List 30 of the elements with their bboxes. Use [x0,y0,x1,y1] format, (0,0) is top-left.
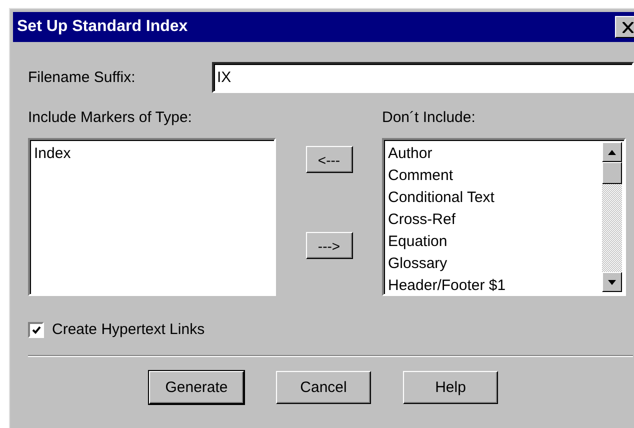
dialog-button[interactable]: Cancel [276,371,371,404]
dialog-button[interactable]: Help [403,371,498,404]
list-item[interactable]: Comment [387,165,599,187]
dialog-button[interactable]: Generate [149,371,244,404]
window-title: Set Up Standard Index [17,18,188,36]
up-arrow-icon [608,150,616,154]
list-item[interactable]: Conditional Text [387,187,599,209]
exclude-list-box[interactable]: Author Comment Conditional Text Cross-Ref Equation Glossary Header/Footer $1 [382,138,626,296]
close-icon [622,22,634,32]
list-item[interactable]: Header/Footer $1 [387,275,599,297]
list-item[interactable]: Cross-Ref [387,209,599,231]
list-item[interactable]: Glossary [387,253,599,275]
list-item[interactable]: Author [387,143,599,165]
include-list-box[interactable]: Index [28,138,276,296]
checkbox-label[interactable]: Create Hypertext Links [52,321,205,338]
scroll-down-button[interactable] [602,272,622,292]
down-arrow-icon [608,280,616,284]
scrollbar-thumb[interactable] [602,162,622,184]
list-item[interactable]: Index [33,143,271,165]
close-button[interactable] [615,16,634,38]
move-button[interactable]: <--- [306,146,352,173]
list-item[interactable]: Equation [387,231,599,253]
suffix-input-field[interactable]: IX [212,62,634,93]
list-label: Don´t Include: [382,109,476,126]
list-label: Include Markers of Type: [28,109,193,126]
scroll-up-button[interactable] [602,142,622,162]
field-label: Filename Suffix: [28,69,136,86]
check-icon [32,326,40,334]
move-button[interactable]: ---> [306,232,352,259]
checkbox[interactable] [28,322,44,338]
